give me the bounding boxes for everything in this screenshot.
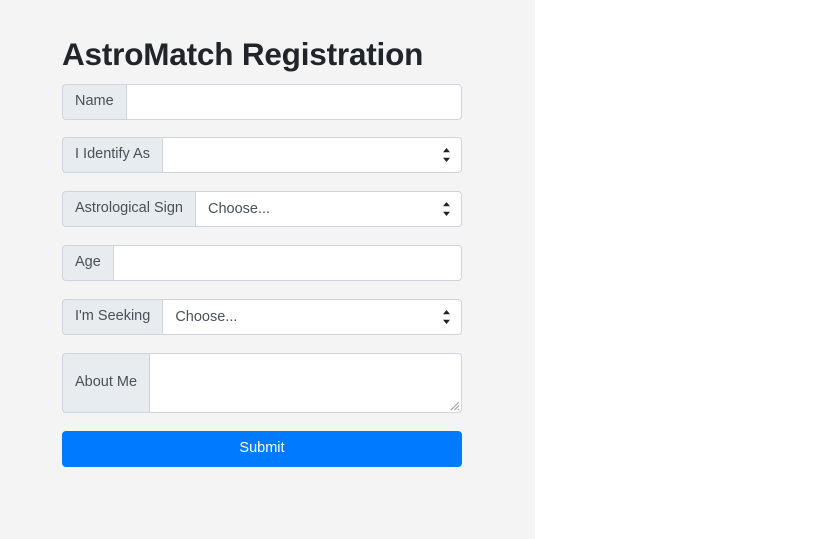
astrological-sign-select[interactable]: Choose... <box>195 191 462 227</box>
label-seeking: I'm Seeking <box>62 299 163 335</box>
seeking-select-value: Choose... <box>175 309 238 325</box>
form-row-name: Name <box>62 84 462 120</box>
label-about-me: About Me <box>62 353 150 413</box>
submit-button[interactable]: Submit <box>62 431 462 467</box>
form-row-age: Age <box>62 245 462 281</box>
chevron-updown-icon <box>442 309 451 325</box>
about-me-textarea[interactable] <box>149 353 462 413</box>
form-row-about-me: About Me <box>62 353 462 413</box>
identify-as-select[interactable] <box>161 137 462 173</box>
form-row-astrological-sign: Astrological Sign Choose... <box>62 191 462 227</box>
astrological-sign-select-value: Choose... <box>208 201 271 217</box>
label-name: Name <box>62 84 126 120</box>
page-title: AstroMatch Registration <box>62 36 424 72</box>
form-row-identify-as: I Identify As <box>62 137 462 173</box>
label-identify-as: I Identify As <box>62 137 162 173</box>
age-input[interactable] <box>112 245 462 281</box>
seeking-select[interactable]: Choose... <box>162 299 462 335</box>
chevron-updown-icon <box>442 201 451 217</box>
label-astrological-sign: Astrological Sign <box>62 191 195 227</box>
form-row-seeking: I'm Seeking Choose... <box>62 299 462 335</box>
resize-grip-icon[interactable] <box>448 399 460 411</box>
name-input[interactable] <box>125 84 462 120</box>
page-viewport: AstroMatch Registration Name I Identify … <box>0 0 535 539</box>
chevron-updown-icon <box>442 147 451 163</box>
label-age: Age <box>62 245 113 281</box>
